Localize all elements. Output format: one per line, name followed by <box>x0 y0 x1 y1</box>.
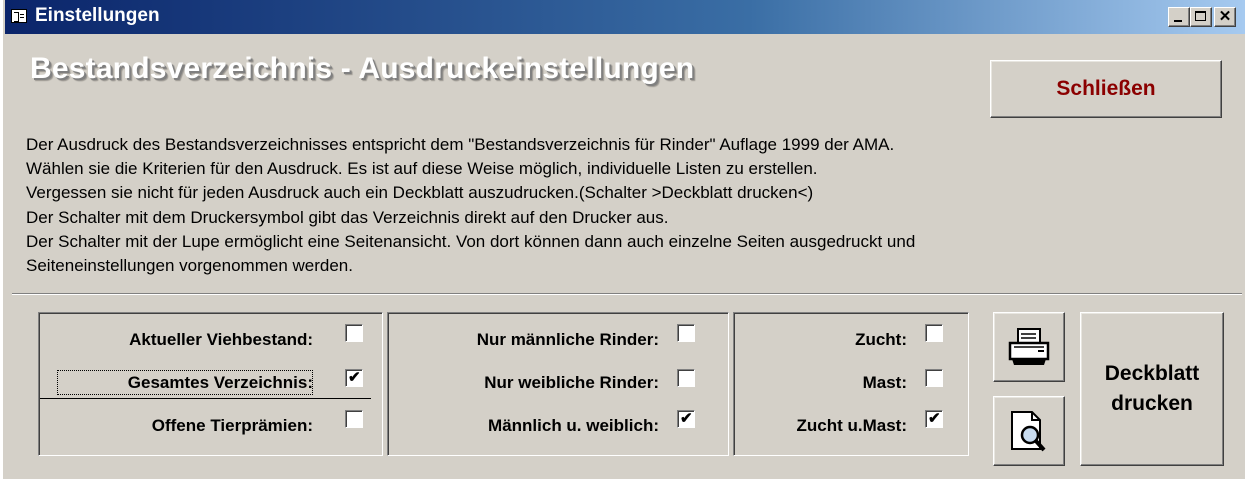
checkbox-zucht-mast[interactable]: ✔ <box>925 410 943 428</box>
minimize-button[interactable] <box>1168 7 1190 27</box>
preview-button[interactable] <box>993 396 1065 466</box>
maximize-button[interactable] <box>1190 7 1212 27</box>
description-line: Der Schalter mit dem Druckersymbol gibt … <box>26 207 669 227</box>
print-button[interactable] <box>993 312 1065 382</box>
section-divider <box>12 293 1242 295</box>
description-line: Wählen sie die Kriterien für den Ausdruc… <box>26 159 818 179</box>
form-icon <box>11 9 27 23</box>
option-label-zucht-mast: Zucht u.Mast: <box>796 416 908 435</box>
magnifier-page-icon <box>1011 411 1046 452</box>
description-line: Vergessen sie nicht für jeden Ausdruck a… <box>26 183 814 203</box>
checkbox-maennlich-weiblich[interactable]: ✔ <box>677 410 695 428</box>
page-title: Bestandsverzeichnis - Ausdruckeinstellun… <box>30 52 695 85</box>
checkbox-aktueller-viehbestand[interactable] <box>345 324 363 342</box>
deckblatt-label-line2: drucken <box>1111 392 1193 415</box>
deckblatt-label-line1: Deckblatt <box>1104 362 1200 385</box>
description-line: Seiteneinstellungen vorgenommen werden. <box>26 256 353 276</box>
title-bar[interactable]: Einstellungen ✕ <box>5 0 1245 34</box>
printer-icon <box>1008 328 1050 365</box>
description-text: Der Ausdruck des Bestandsverzeichnisses … <box>26 133 915 278</box>
deckblatt-label: Deckblatt drucken <box>1105 359 1200 419</box>
option-label-mast: Mast: <box>862 373 907 392</box>
checkbox-offene-tierpraemien[interactable] <box>345 410 363 428</box>
description-line: Der Schalter mit der Lupe ermöglicht ein… <box>26 231 916 251</box>
window-title: Einstellungen <box>35 5 160 26</box>
checkbox-gesamtes-verzeichnis[interactable]: ✔ <box>345 369 363 387</box>
checkbox-nur-maennliche[interactable] <box>677 324 695 342</box>
option-label-nur-weibliche: Nur weibliche Rinder: <box>484 373 659 392</box>
option-label-gesamtes-verzeichnis: Gesamtes Verzeichnis: <box>127 373 313 392</box>
option-label-aktueller-viehbestand: Aktueller Viehbestand: <box>129 330 313 349</box>
option-label-nur-maennliche: Nur männliche Rinder: <box>476 330 659 349</box>
close-button[interactable]: Schließen <box>990 60 1222 118</box>
deckblatt-drucken-button[interactable]: Deckblatt drucken <box>1080 312 1224 466</box>
checkbox-nur-weibliche[interactable] <box>677 369 695 387</box>
option-label-maennlich-weiblich: Männlich u. weiblich: <box>488 416 659 435</box>
description-line: Der Ausdruck des Bestandsverzeichnisses … <box>26 135 895 154</box>
group-separator <box>40 398 371 399</box>
close-window-button[interactable]: ✕ <box>1214 7 1236 27</box>
checkbox-zucht[interactable] <box>925 324 943 342</box>
close-icon: ✕ <box>1218 8 1232 25</box>
option-label-zucht: Zucht: <box>855 330 907 349</box>
checkbox-mast[interactable] <box>925 369 943 387</box>
option-label-offene-tierpraemien: Offene Tierprämien: <box>151 416 313 435</box>
